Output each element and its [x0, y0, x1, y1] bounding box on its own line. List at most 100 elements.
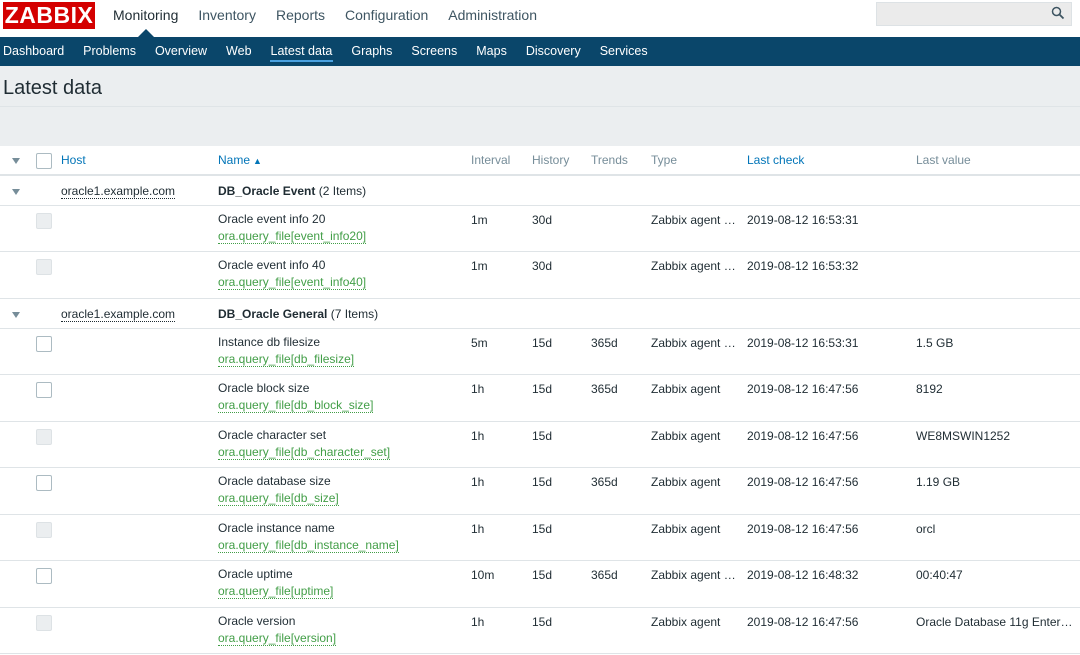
collapse-all-icon[interactable]	[12, 158, 20, 164]
subnav-discovery[interactable]: Discovery	[516, 37, 590, 66]
subnav-overview[interactable]: Overview	[145, 37, 216, 66]
spacer-cell	[0, 560, 36, 608]
checkbox-cell	[36, 205, 61, 252]
type-cell: Zabbix agent …	[651, 205, 747, 252]
checkbox-cell	[36, 374, 61, 422]
subnav-services[interactable]: Services	[590, 37, 657, 66]
subnav-problems[interactable]: Problems	[74, 37, 146, 66]
checkbox-cell	[36, 328, 61, 375]
last-value-cell: Oracle Database 11g Enter…	[916, 607, 1080, 654]
item-key-link[interactable]: ora.query_file[event_info20]	[218, 229, 367, 244]
menu-configuration[interactable]: Configuration	[335, 0, 438, 37]
menu-reports[interactable]: Reports	[266, 0, 335, 37]
spacer-cell	[0, 421, 36, 468]
item-name-cell: Oracle character set ora.query_file[db_ch…	[218, 421, 471, 468]
item-key-link[interactable]: ora.query_file[version]	[218, 631, 337, 646]
checkbox-cell	[36, 607, 61, 654]
search-icon[interactable]	[1051, 6, 1065, 20]
item-key-link[interactable]: ora.query_file[db_block_size]	[218, 399, 374, 413]
subnav-screens[interactable]: Screens	[402, 37, 467, 66]
host-cell: oracle1.example.com	[61, 298, 218, 329]
spacer-cell	[0, 205, 36, 252]
item-checkbox[interactable]	[36, 382, 52, 398]
item-name: Oracle uptime	[218, 567, 293, 581]
last-check-cell: 2019-08-12 16:53:32	[747, 251, 916, 299]
item-checkbox[interactable]	[36, 335, 52, 352]
trends-cell: 365d	[591, 374, 651, 422]
application-row: oracle1.example.com DB_Oracle General (7 …	[0, 298, 1080, 329]
toggle-cell	[0, 175, 36, 206]
item-row: Oracle instance name ora.query_file[db_in…	[0, 514, 1080, 561]
subnav-web[interactable]: Web	[217, 37, 261, 66]
checkbox-cell	[36, 467, 61, 515]
trends-cell	[591, 607, 651, 654]
history-cell: 15d	[532, 467, 591, 515]
subnav-latest-data[interactable]: Latest data	[261, 37, 342, 66]
spacer-cell	[0, 607, 36, 654]
last-check-cell: 2019-08-12 16:53:31	[747, 328, 916, 375]
host-link[interactable]: oracle1.example.com	[61, 306, 176, 322]
trends-cell	[591, 251, 651, 299]
item-row: Instance db filesize ora.query_file[db_fi…	[0, 328, 1080, 375]
menu-inventory[interactable]: Inventory	[188, 0, 266, 37]
trends-cell	[591, 514, 651, 561]
last-value-cell	[916, 205, 1080, 252]
last-value-cell: 1.19 GB	[916, 467, 1080, 515]
checkbox-cell	[36, 514, 61, 561]
menu-monitoring[interactable]: Monitoring	[103, 0, 188, 37]
item-checkbox[interactable]	[36, 568, 52, 584]
item-key-link[interactable]: ora.query_file[uptime]	[218, 585, 334, 599]
col-host[interactable]: Host	[61, 146, 218, 176]
zabbix-logo[interactable]: ZABBIX	[3, 2, 95, 29]
item-name-cell: Oracle event info 40 ora.query_file[event…	[218, 251, 471, 299]
subnav-dashboard[interactable]: Dashboard	[0, 37, 74, 66]
col-last-value: Last value	[916, 146, 1080, 176]
item-name-cell: Oracle block size ora.query_file[db_block…	[218, 374, 471, 422]
item-key-link[interactable]: ora.query_file[db_filesize]	[218, 352, 355, 367]
collapse-icon[interactable]	[12, 189, 20, 195]
item-checkbox[interactable]	[36, 475, 52, 491]
col-last-check[interactable]: Last check	[747, 146, 916, 176]
subnav-graphs[interactable]: Graphs	[342, 37, 402, 66]
item-key-link[interactable]: ora.query_file[event_info40]	[218, 276, 367, 290]
history-cell: 30d	[532, 205, 591, 252]
select-all-checkbox[interactable]	[36, 153, 52, 169]
spacer-cell	[0, 251, 36, 299]
application-item-count: (2 Items)	[318, 184, 367, 198]
subnav-maps[interactable]: Maps	[467, 37, 517, 66]
item-name: Oracle instance name	[218, 520, 335, 535]
interval-cell: 5m	[471, 328, 532, 375]
history-cell: 15d	[532, 607, 591, 654]
type-cell: Zabbix agent	[651, 607, 747, 654]
host-link[interactable]: oracle1.example.com	[61, 184, 176, 199]
history-cell: 30d	[532, 251, 591, 299]
toggle-all-cell	[0, 146, 36, 176]
col-name[interactable]: Name ▲	[218, 146, 471, 176]
type-cell: Zabbix agent …	[651, 251, 747, 299]
item-row: Oracle event info 40 ora.query_file[event…	[0, 251, 1080, 299]
item-name-cell: Instance db filesize ora.query_file[db_fi…	[218, 328, 471, 375]
table-header: Host Name ▲ Interval History Trends Type …	[0, 146, 1080, 176]
item-name: Oracle character set	[218, 427, 327, 442]
item-key-link[interactable]: ora.query_file[db_instance_name]	[218, 538, 399, 553]
last-check-cell: 2019-08-12 16:47:56	[747, 467, 916, 515]
item-key-link[interactable]: ora.query_file[db_character_set]	[218, 445, 391, 460]
trends-cell: 365d	[591, 467, 651, 515]
host-empty-cell	[61, 205, 218, 252]
menu-administration[interactable]: Administration	[438, 0, 547, 37]
item-checkbox	[36, 259, 52, 275]
item-key-link[interactable]: ora.query_file[db_size]	[218, 492, 339, 506]
collapse-icon[interactable]	[12, 311, 20, 318]
trends-cell: 365d	[591, 560, 651, 608]
title-bar: Latest data	[0, 66, 1080, 107]
checkbox-cell	[36, 421, 61, 468]
latest-data-table: Host Name ▲ Interval History Trends Type …	[0, 146, 1080, 655]
top-header: ZABBIX Monitoring Inventory Reports Conf…	[0, 0, 1080, 37]
host-empty-cell	[61, 421, 218, 468]
item-name-cell: Oracle version ora.query_file[version]	[218, 607, 471, 654]
interval-cell: 10m	[471, 560, 532, 608]
host-empty-cell	[61, 560, 218, 608]
item-name: Oracle block size	[218, 381, 310, 395]
item-name: Oracle database size	[218, 474, 331, 488]
search-input[interactable]	[876, 2, 1072, 26]
